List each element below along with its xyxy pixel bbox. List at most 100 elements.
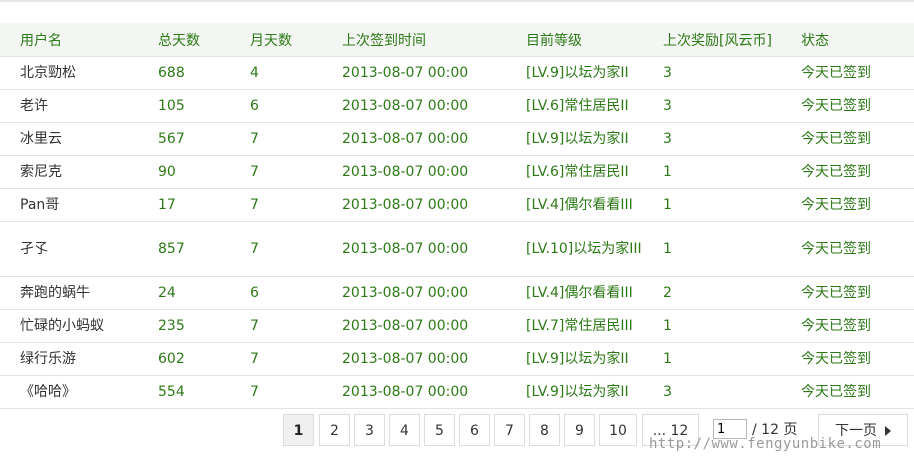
cell-total-days: 24: [158, 276, 250, 310]
level-text: [LV.9]以坛为家II: [526, 384, 629, 400]
cell-status: 今天已签到: [801, 221, 914, 277]
level-text: [LV.9]以坛为家II: [526, 351, 629, 367]
cell-status: 今天已签到: [801, 155, 914, 189]
table-row: Pan哥 17 7 2013-08-07 00:00 [LV.4]偶尔看看III…: [0, 188, 914, 222]
page-link[interactable]: 6: [459, 414, 490, 446]
cell-last-signin-time: 2013-08-07 00:00: [342, 342, 526, 376]
cell-last-signin-time: 2013-08-07 00:00: [342, 122, 526, 156]
page-link[interactable]: 7: [494, 414, 525, 446]
cell-month-days: 6: [250, 89, 342, 123]
page-link[interactable]: 8: [529, 414, 560, 446]
watermark: http://www.fengyunbike.com: [649, 436, 882, 452]
table-row: 《哈哈》 554 7 2013-08-07 00:00 [LV.9]以坛为家II…: [0, 375, 914, 409]
cell-month-days: 7: [250, 221, 342, 277]
table-row: 索尼克 90 7 2013-08-07 00:00 [LV.6]常住居民II 1…: [0, 155, 914, 189]
table-row: 北京勁松 688 4 2013-08-07 00:00 [LV.9]以坛为家II…: [0, 56, 914, 90]
level-text: [LV.7]常住居民III: [526, 318, 633, 334]
cell-last-signin-time: 2013-08-07 00:00: [342, 56, 526, 90]
cell-total-days: 90: [158, 155, 250, 189]
cell-status: 今天已签到: [801, 276, 914, 310]
level-text: [LV.6]常住居民II: [526, 164, 629, 180]
table-row: 奔跑的蜗牛 24 6 2013-08-07 00:00 [LV.4]偶尔看看II…: [0, 276, 914, 310]
cell-username[interactable]: 忙碌的小蚂蚁: [0, 309, 158, 343]
cell-reward: 1: [663, 309, 801, 343]
level-text: [LV.9]以坛为家II: [526, 131, 629, 147]
cell-last-signin-time: 2013-08-07 00:00: [342, 188, 526, 222]
header-username: 用户名: [0, 23, 158, 57]
level-text: [LV.9]以坛为家II: [526, 65, 629, 81]
cell-month-days: 7: [250, 309, 342, 343]
header-last-reward: 上次奖励[风云币]: [663, 23, 801, 57]
cell-status: 今天已签到: [801, 342, 914, 376]
cell-username[interactable]: 绿行乐游: [0, 342, 158, 376]
cell-reward: 3: [663, 122, 801, 156]
table-header-row: 用户名 总天数 月天数 上次签到时间 目前等级 上次奖励[风云币] 状态: [0, 23, 914, 57]
cell-last-signin-time: 2013-08-07 00:00: [342, 89, 526, 123]
cell-month-days: 7: [250, 155, 342, 189]
cell-level: [LV.9]以坛为家II: [526, 342, 663, 376]
cell-month-days: 7: [250, 375, 342, 409]
cell-month-days: 4: [250, 56, 342, 90]
cell-username[interactable]: Pan哥: [0, 188, 158, 222]
cell-total-days: 602: [158, 342, 250, 376]
table-row: 冰里云 567 7 2013-08-07 00:00 [LV.9]以坛为家II …: [0, 122, 914, 156]
cell-month-days: 7: [250, 342, 342, 376]
cell-total-days: 17: [158, 188, 250, 222]
header-last-signin-time: 上次签到时间: [342, 23, 526, 57]
level-text: [LV.4]偶尔看看III: [526, 197, 633, 213]
cell-reward: 1: [663, 342, 801, 376]
header-status: 状态: [801, 23, 914, 57]
cell-reward: 1: [663, 155, 801, 189]
cell-status: 今天已签到: [801, 122, 914, 156]
cell-month-days: 7: [250, 122, 342, 156]
cell-username[interactable]: 北京勁松: [0, 56, 158, 90]
signin-table: 用户名 总天数 月天数 上次签到时间 目前等级 上次奖励[风云币] 状态 北京勁…: [0, 23, 914, 409]
table-row: 孑孓 857 7 2013-08-07 00:00 [LV.10]以坛为家III…: [0, 221, 914, 277]
cell-reward: 3: [663, 375, 801, 409]
cell-reward: 1: [663, 188, 801, 222]
page-current[interactable]: 1: [283, 414, 314, 446]
cell-total-days: 105: [158, 89, 250, 123]
header-total-days: 总天数: [158, 23, 250, 57]
cell-username[interactable]: 奔跑的蜗牛: [0, 276, 158, 310]
cell-last-signin-time: 2013-08-07 00:00: [342, 276, 526, 310]
cell-username[interactable]: 《哈哈》: [0, 375, 158, 409]
cell-last-signin-time: 2013-08-07 00:00: [342, 221, 526, 277]
cell-status: 今天已签到: [801, 375, 914, 409]
page-link[interactable]: 5: [424, 414, 455, 446]
cell-level: [LV.6]常住居民II: [526, 155, 663, 189]
table-row: 老许 105 6 2013-08-07 00:00 [LV.6]常住居民II 3…: [0, 89, 914, 123]
page-link[interactable]: 9: [564, 414, 595, 446]
triangle-right-icon: [885, 426, 891, 436]
cell-level: [LV.9]以坛为家II: [526, 375, 663, 409]
cell-last-signin-time: 2013-08-07 00:00: [342, 309, 526, 343]
cell-reward: 3: [663, 89, 801, 123]
cell-total-days: 235: [158, 309, 250, 343]
cell-username[interactable]: 索尼克: [0, 155, 158, 189]
page-link[interactable]: 2: [319, 414, 350, 446]
level-text: [LV.6]常住居民II: [526, 98, 629, 114]
level-text: [LV.10]以坛为家III: [526, 241, 642, 257]
table-row: 绿行乐游 602 7 2013-08-07 00:00 [LV.9]以坛为家II…: [0, 342, 914, 376]
top-divider: [0, 0, 914, 2]
cell-status: 今天已签到: [801, 309, 914, 343]
cell-level: [LV.10]以坛为家III: [526, 221, 663, 277]
cell-status: 今天已签到: [801, 89, 914, 123]
cell-username[interactable]: 冰里云: [0, 122, 158, 156]
page-link[interactable]: 3: [354, 414, 385, 446]
cell-username[interactable]: 孑孓: [0, 221, 158, 277]
table-row: 忙碌的小蚂蚁 235 7 2013-08-07 00:00 [LV.7]常住居民…: [0, 309, 914, 343]
cell-status: 今天已签到: [801, 188, 914, 222]
page-link[interactable]: 10: [599, 414, 637, 446]
cell-reward: 2: [663, 276, 801, 310]
cell-status: 今天已签到: [801, 56, 914, 90]
cell-total-days: 567: [158, 122, 250, 156]
cell-reward: 1: [663, 221, 801, 277]
cell-username[interactable]: 老许: [0, 89, 158, 123]
cell-level: [LV.4]偶尔看看III: [526, 276, 663, 310]
cell-total-days: 688: [158, 56, 250, 90]
cell-reward: 3: [663, 56, 801, 90]
cell-level: [LV.9]以坛为家II: [526, 122, 663, 156]
page-link[interactable]: 4: [389, 414, 420, 446]
cell-level: [LV.4]偶尔看看III: [526, 188, 663, 222]
